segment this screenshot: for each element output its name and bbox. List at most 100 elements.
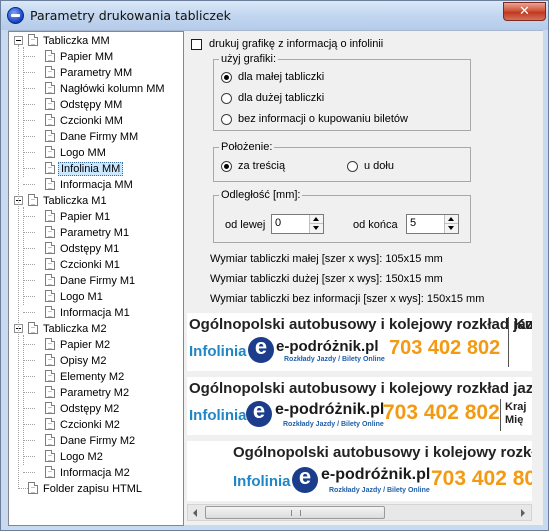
document-icon <box>45 418 55 430</box>
document-icon <box>45 210 55 222</box>
tree-connector <box>23 264 35 265</box>
left-distance-up-icon[interactable] <box>310 215 323 224</box>
radio-bottom-label: u dołu <box>364 160 394 172</box>
tree-item-label: Nagłówki kolumn MM <box>60 83 165 95</box>
tree-item[interactable]: Dane Firmy M1 <box>9 273 183 289</box>
tree-item-label: Papier M1 <box>60 211 111 223</box>
tree-item[interactable]: Parametry M2 <box>9 385 183 401</box>
collapse-icon[interactable] <box>14 36 23 45</box>
radio-small-plate[interactable] <box>221 72 232 83</box>
tree-item[interactable]: Logo MM <box>9 145 183 161</box>
scroll-thumb[interactable] <box>205 506 385 519</box>
tree-item-label: Tabliczka MM <box>43 35 110 47</box>
end-distance-label: od końca <box>353 219 398 231</box>
tree-item[interactable]: Opisy M2 <box>9 353 183 369</box>
title-bar[interactable]: Parametry drukowania tabliczek ✕ <box>1 1 548 30</box>
tree-connector <box>23 360 35 361</box>
left-distance-value: 0 <box>275 217 282 229</box>
document-icon <box>45 370 55 382</box>
end-distance-spinner[interactable]: 5 <box>406 214 459 234</box>
tree-connector <box>23 280 35 281</box>
tree-item[interactable]: Elementy M2 <box>9 369 183 385</box>
left-distance-spinner[interactable]: 0 <box>271 214 324 234</box>
dialog-window: Parametry drukowania tabliczek ✕ Tablicz… <box>0 0 549 531</box>
tree-child-connector <box>23 207 24 305</box>
tree-item[interactable]: Papier M1 <box>9 209 183 225</box>
preview-side-text-2: Mię <box>505 414 524 426</box>
document-icon <box>45 178 55 190</box>
radio-no-ticket-info[interactable] <box>221 114 232 125</box>
tree-connector <box>23 232 35 233</box>
document-icon <box>45 258 55 270</box>
preview-title: Ogólnopolski autobusowy i kolejowy rozkł… <box>189 316 532 333</box>
tree-connector <box>23 456 35 457</box>
tree-item-label: Informacja M2 <box>60 467 130 479</box>
tree-item-label: Czcionki MM <box>60 115 123 127</box>
window-title: Parametry drukowania tabliczek <box>30 8 231 23</box>
left-distance-down-icon[interactable] <box>310 224 323 233</box>
tree-item[interactable]: Czcionki M1 <box>9 257 183 273</box>
tree-item[interactable]: Odstępy MM <box>9 97 183 113</box>
end-distance-value: 5 <box>410 217 417 229</box>
tree-group-node[interactable]: Tabliczka M1 <box>9 193 183 209</box>
tree-item[interactable]: Infolinia MM <box>9 161 183 177</box>
tree-item[interactable]: Parametry M1 <box>9 225 183 241</box>
tree-item[interactable]: Odstępy M1 <box>9 241 183 257</box>
tree-item[interactable]: Odstępy M2 <box>9 401 183 417</box>
tree-item-label: Papier MM <box>60 51 114 63</box>
settings-tree[interactable]: Tabliczka MM Papier MM Parametry MM Nagłówk… <box>8 31 184 526</box>
tree-connector <box>23 216 35 217</box>
tree-connector <box>23 56 35 57</box>
tree-item[interactable]: Czcionki M2 <box>9 417 183 433</box>
document-icon <box>45 66 55 78</box>
scroll-right-arrow-icon[interactable] <box>515 505 531 520</box>
tree-connector <box>23 184 35 185</box>
close-button[interactable]: ✕ <box>503 2 546 21</box>
tree-item[interactable]: Nagłówki kolumn MM <box>9 81 183 97</box>
tree-group-node[interactable]: Folder zapisu HTML <box>9 481 183 497</box>
tree-connector <box>23 424 35 425</box>
document-icon <box>28 194 38 206</box>
radio-behind-content-label: za treścią <box>238 160 286 172</box>
preview-horizontal-scrollbar[interactable] <box>187 504 532 521</box>
document-icon <box>45 450 55 462</box>
radio-bottom[interactable] <box>347 161 358 172</box>
tree-item[interactable]: Informacja M1 <box>9 305 183 321</box>
tree-item-label: Parametry M1 <box>60 227 130 239</box>
dim-no-info-plate: Wymiar tabliczki bez informacji [szer x … <box>210 293 485 305</box>
settings-panel: drukuj grafikę z informacją o infolinii … <box>184 31 543 526</box>
tree-item[interactable]: Informacja MM <box>9 177 183 193</box>
tree-item[interactable]: Logo M1 <box>9 289 183 305</box>
tree-item[interactable]: Parametry MM <box>9 65 183 81</box>
tree-item[interactable]: Czcionki MM <box>9 113 183 129</box>
tree-item-label: Logo MM <box>60 147 106 159</box>
tree-item-label: Czcionki M1 <box>60 259 120 271</box>
tree-item[interactable]: Informacja M2 <box>9 465 183 481</box>
tree-item-label: Parametry MM <box>60 67 133 79</box>
tree-group-node[interactable]: Tabliczka M2 <box>9 321 183 337</box>
tree-item[interactable]: Logo M2 <box>9 449 183 465</box>
app-icon <box>7 7 24 24</box>
tree-item[interactable]: Papier M2 <box>9 337 183 353</box>
tree-item-label: Informacja M1 <box>60 307 130 319</box>
scroll-left-arrow-icon[interactable] <box>188 505 204 520</box>
position-group-title: Położenie: <box>219 141 275 153</box>
tree-connector <box>23 72 35 73</box>
document-icon <box>45 338 55 350</box>
document-icon <box>45 146 55 158</box>
tree-item-label: Odstępy M2 <box>60 403 120 415</box>
tree-item[interactable]: Papier MM <box>9 49 183 65</box>
tree-connector <box>23 152 35 153</box>
end-distance-up-icon[interactable] <box>445 215 458 224</box>
tree-item[interactable]: Dane Firmy MM <box>9 129 183 145</box>
radio-large-plate[interactable] <box>221 93 232 104</box>
tree-root-connector <box>18 45 19 489</box>
print-graphic-checkbox[interactable] <box>191 39 202 50</box>
preview-subtitle: Rozkłady Jazdy / Bilety Online <box>329 487 430 494</box>
end-distance-down-icon[interactable] <box>445 224 458 233</box>
tree-item[interactable]: Dane Firmy M2 <box>9 433 183 449</box>
document-icon <box>45 226 55 238</box>
dim-small-plate: Wymiar tabliczki małej [szer x wys]: 105… <box>210 253 443 265</box>
tree-group-node[interactable]: Tabliczka MM <box>9 33 183 49</box>
radio-behind-content[interactable] <box>221 161 232 172</box>
